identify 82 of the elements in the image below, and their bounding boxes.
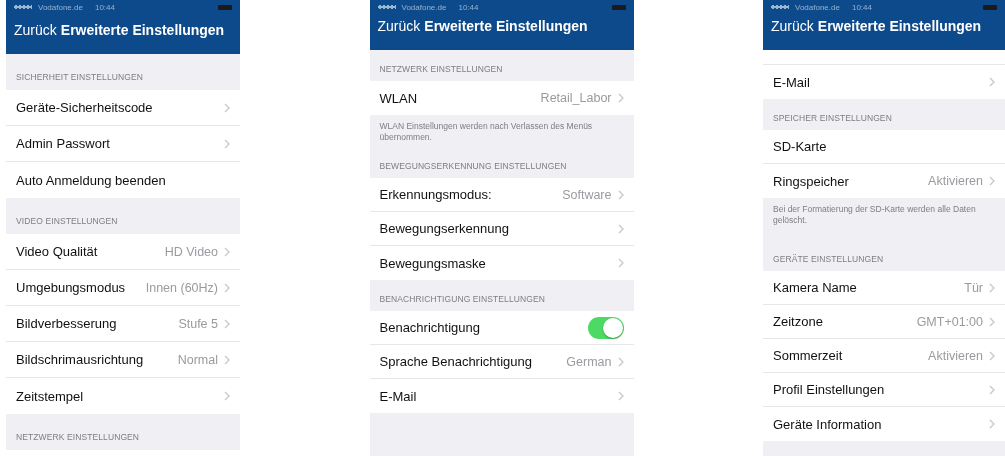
settings-row[interactable]: Geräte Information bbox=[763, 407, 1005, 442]
chevron-icon bbox=[617, 189, 624, 200]
settings-row[interactable]: Admin Passwort bbox=[6, 126, 240, 162]
back-button[interactable]: Zurück bbox=[771, 18, 814, 34]
carrier-name: Vodafone.de bbox=[401, 2, 447, 12]
settings-row[interactable]: Bewegungsmaske bbox=[369, 246, 634, 281]
settings-row[interactable]: SD-Karte bbox=[763, 130, 1005, 164]
chevron-icon bbox=[224, 318, 230, 329]
settings-row[interactable]: Geräte-Sicherheitscode bbox=[6, 90, 240, 126]
settings-row[interactable]: Zeitstempel bbox=[6, 378, 240, 414]
chevron-icon bbox=[224, 391, 230, 401]
setting-value: Aktivieren bbox=[928, 174, 983, 188]
chevron-icon bbox=[617, 258, 624, 269]
section-header: SICHERHEIT EINSTELLUNGEN bbox=[15, 71, 144, 84]
settings-row[interactable]: Ringspeicher Aktivieren bbox=[763, 164, 1005, 198]
chevron-icon bbox=[224, 282, 230, 293]
settings-row[interactable]: E-Mail bbox=[369, 379, 634, 414]
toggle-switch[interactable] bbox=[587, 316, 624, 339]
signal-dots-icon bbox=[377, 5, 396, 9]
setting-value: Software bbox=[562, 187, 612, 202]
settings-row[interactable]: Bewegungserkennung bbox=[369, 212, 634, 247]
settings-row[interactable]: WLAN Retail_Labor bbox=[369, 81, 634, 115]
chevron-icon bbox=[989, 77, 995, 87]
section-header: BEWEGUNGSERKENNUNG EINSTELLUNGEN bbox=[378, 160, 568, 174]
chevron-icon bbox=[989, 316, 995, 327]
status-time: 10:44 bbox=[851, 2, 872, 12]
chevron-icon bbox=[989, 384, 995, 395]
nav-title: Erweiterte Einstellungen bbox=[424, 18, 588, 34]
section-header: GERÄTE EINSTELLUNGEN bbox=[772, 253, 885, 267]
chevron-icon bbox=[989, 419, 995, 430]
chevron-icon bbox=[989, 282, 995, 293]
settings-row[interactable]: Auto Anmeldung beenden bbox=[6, 162, 240, 198]
settings-row[interactable]: Bildschrimausrichtung Normal bbox=[6, 342, 240, 378]
battery-icon bbox=[983, 4, 997, 10]
nav-title: Erweiterte Einstellungen bbox=[817, 18, 982, 34]
section-header: VIDEO EINSTELLUNGEN bbox=[15, 215, 119, 228]
setting-value: Innen (60Hz) bbox=[145, 280, 218, 295]
section-header: SPEICHER EINSTELLUNGEN bbox=[772, 112, 893, 125]
settings-row[interactable]: Bildverbesserung Stufe 5 bbox=[6, 306, 240, 342]
nav-title: Erweiterte Einstellungen bbox=[60, 22, 225, 38]
setting-value: Aktivieren bbox=[928, 348, 983, 363]
section-footer: WLAN Einstellungen werden nach Verlassen des Menüs übernommen. bbox=[369, 115, 634, 148]
signal-dots-icon bbox=[771, 5, 789, 9]
chevron-icon bbox=[224, 354, 230, 365]
section-header: BENACHRICHTIGUNG EINSTELLUNGEN bbox=[378, 293, 546, 307]
setting-value: GMT+01:00 bbox=[916, 314, 983, 329]
chevron-icon bbox=[617, 391, 624, 402]
settings-row[interactable]: Video Qualität HD Video bbox=[6, 234, 240, 270]
back-button[interactable]: Zurück bbox=[14, 22, 57, 38]
settings-row[interactable]: Erkennungsmodus: Software bbox=[369, 178, 634, 213]
settings-row[interactable]: Sommerzeit Aktivieren bbox=[763, 339, 1005, 374]
carrier-name: Vodafone.de bbox=[795, 2, 840, 12]
chevron-icon bbox=[989, 176, 995, 186]
settings-row[interactable]: Profil Einstellungen bbox=[763, 373, 1005, 408]
settings-row[interactable]: Benachrichtigung bbox=[369, 311, 634, 346]
back-button[interactable]: Zurück bbox=[377, 18, 421, 34]
carrier-name: Vodafone.de bbox=[38, 2, 83, 12]
setting-value: Retail_Labor bbox=[540, 91, 612, 105]
setting-value: German bbox=[566, 354, 612, 369]
setting-value: HD Video bbox=[164, 244, 218, 259]
battery-icon bbox=[611, 4, 626, 10]
setting-value: Tür bbox=[964, 280, 983, 295]
chevron-icon bbox=[224, 138, 230, 149]
section-header: NETZWERK EINSTELLUNGEN bbox=[378, 63, 504, 76]
settings-row[interactable]: Zeitzone GMT+01:00 bbox=[763, 305, 1005, 340]
chevron-icon bbox=[617, 223, 624, 234]
chevron-icon bbox=[224, 246, 230, 257]
signal-dots-icon bbox=[14, 5, 32, 9]
settings-row[interactable]: Umgebungsmodus Innen (60Hz) bbox=[6, 270, 240, 306]
chevron-icon bbox=[617, 356, 624, 367]
setting-value: Stufe 5 bbox=[178, 316, 218, 331]
settings-row[interactable]: Kamera Name Tür bbox=[763, 271, 1005, 306]
settings-row[interactable]: Sprache Benachrichtigung German bbox=[369, 345, 634, 380]
section-header: NETZWERK EINSTELLUNGEN bbox=[15, 431, 141, 444]
status-time: 10:44 bbox=[458, 2, 479, 12]
battery-icon bbox=[218, 4, 232, 10]
chevron-icon bbox=[224, 102, 230, 113]
chevron-icon bbox=[989, 350, 995, 361]
setting-value: Normal bbox=[177, 352, 218, 367]
section-footer: Bei der Formatierung der SD-Karte werden alle Daten gelöscht. bbox=[763, 198, 1005, 241]
status-time: 10:44 bbox=[94, 2, 115, 12]
chevron-icon bbox=[617, 93, 624, 103]
